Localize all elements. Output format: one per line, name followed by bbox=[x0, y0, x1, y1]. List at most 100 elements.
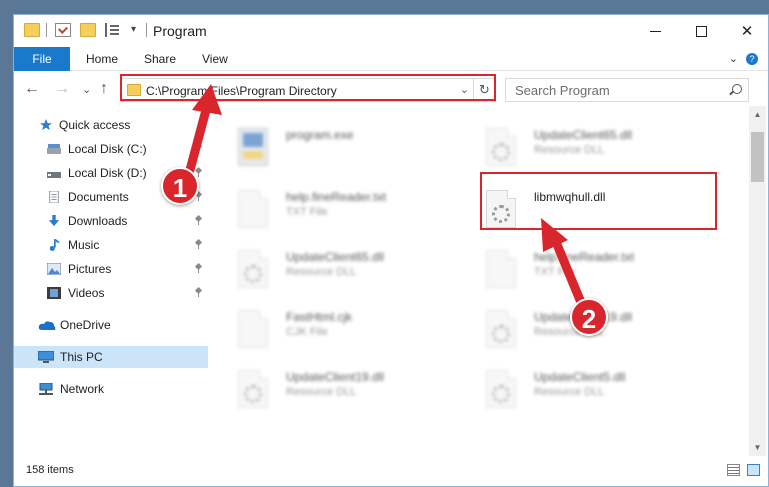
file-item[interactable]: program.exe bbox=[210, 122, 460, 178]
refresh-button[interactable]: ↻ bbox=[473, 79, 495, 101]
step-2-callout: 2 bbox=[570, 298, 608, 336]
forward-button[interactable]: → bbox=[54, 80, 70, 98]
address-bar[interactable]: C:\Program Files\Program Directory ⌄ ↻ bbox=[121, 78, 496, 102]
sidebar-item-label: Documents bbox=[68, 190, 129, 204]
file-type: TXT File bbox=[534, 266, 576, 278]
sidebar-item-label: Network bbox=[60, 382, 105, 396]
item-count: 158 items bbox=[26, 464, 74, 476]
minimize-icon bbox=[649, 30, 661, 32]
sidebar-item-label: Music bbox=[68, 238, 100, 252]
close-icon: ✕ bbox=[740, 23, 754, 40]
sidebar-item-this-pc[interactable]: This PC bbox=[14, 346, 208, 368]
pictures-icon bbox=[47, 263, 61, 275]
tab-share[interactable]: Share bbox=[132, 47, 188, 71]
close-button[interactable]: ✕ bbox=[724, 15, 768, 47]
sidebar-item-label: Downloads bbox=[68, 214, 128, 228]
customize-icon[interactable] bbox=[105, 23, 121, 37]
file-item[interactable]: help.fineReader.txt TXT File bbox=[210, 184, 460, 240]
star-icon bbox=[40, 119, 52, 131]
search-box[interactable] bbox=[505, 78, 749, 102]
txt-file-icon bbox=[486, 250, 516, 288]
title-bar: ▾ Program ✕ bbox=[14, 15, 768, 47]
file-item[interactable]: UpdateClient19.dll Resource DLL bbox=[210, 364, 460, 420]
exe-file-icon bbox=[238, 128, 268, 166]
file-type: TXT File bbox=[286, 206, 328, 218]
minimize-button[interactable] bbox=[632, 15, 678, 47]
file-name: help.fineReader.txt bbox=[534, 250, 635, 264]
pin-icon[interactable] bbox=[195, 240, 201, 249]
vertical-scrollbar[interactable]: ▲ ▼ bbox=[749, 106, 766, 456]
status-bar: 158 items bbox=[14, 458, 768, 486]
pin-icon[interactable] bbox=[195, 216, 201, 225]
up-button[interactable]: ↑ bbox=[100, 80, 108, 98]
explorer-window: ▾ Program ✕ File Home Share View ⌄ ? ← →… bbox=[13, 14, 769, 487]
back-button[interactable]: ← bbox=[24, 80, 40, 98]
new-folder-icon[interactable] bbox=[80, 23, 96, 37]
folder-icon bbox=[24, 23, 40, 37]
maximize-button[interactable] bbox=[678, 15, 724, 47]
navigation-pane: Quick access Local Disk (C:) Local Disk … bbox=[14, 111, 208, 451]
sidebar-item-network[interactable]: Network bbox=[14, 378, 208, 400]
address-path[interactable]: C:\Program Files\Program Directory bbox=[146, 84, 337, 98]
step-1-callout: 1 bbox=[161, 167, 199, 205]
tab-home[interactable]: Home bbox=[74, 47, 130, 71]
search-icon[interactable] bbox=[732, 84, 742, 94]
file-name: FastHtml.cjk bbox=[286, 310, 352, 324]
sidebar-item-downloads[interactable]: Downloads bbox=[14, 210, 208, 232]
txt-file-icon bbox=[238, 190, 268, 228]
recent-locations-button[interactable]: ⌄ bbox=[82, 83, 91, 96]
scroll-thumb[interactable] bbox=[751, 132, 764, 182]
file-type: Resource DLL bbox=[286, 386, 357, 398]
sidebar-item-label: Pictures bbox=[68, 262, 112, 276]
documents-icon bbox=[49, 191, 59, 203]
drive-icon bbox=[47, 144, 61, 154]
file-item[interactable]: UpdateClient65.dll Resource DLL bbox=[210, 244, 460, 300]
drive-icon bbox=[47, 172, 61, 178]
file-item[interactable]: UpdateClient5.dll Resource DLL bbox=[458, 364, 708, 420]
sidebar-item-label: OneDrive bbox=[60, 318, 111, 332]
properties-check-icon[interactable] bbox=[55, 23, 71, 37]
file-name: program.exe bbox=[286, 128, 354, 142]
tab-view[interactable]: View bbox=[190, 47, 240, 71]
file-item[interactable]: UpdateClient65.dll Resource DLL bbox=[458, 122, 708, 178]
details-view-icon[interactable] bbox=[727, 464, 740, 476]
sidebar-item-onedrive[interactable]: OneDrive bbox=[14, 314, 208, 336]
sidebar-item-videos[interactable]: Videos bbox=[14, 282, 208, 304]
cloud-icon bbox=[38, 321, 56, 330]
file-name: UpdateClient65.dll bbox=[286, 250, 385, 264]
sidebar-item-label: Videos bbox=[68, 286, 105, 300]
file-item[interactable]: help.fineReader.txt TXT File bbox=[458, 244, 708, 300]
file-item[interactable]: FastHtml.cjk CJK File bbox=[210, 304, 460, 360]
sidebar-item-label: Local Disk (C:) bbox=[68, 142, 147, 156]
large-icons-view-icon[interactable] bbox=[747, 464, 760, 476]
file-item-libmwqhull[interactable]: libmwqhull.dll bbox=[458, 184, 708, 240]
pin-icon[interactable] bbox=[195, 288, 201, 297]
network-icon bbox=[39, 383, 53, 395]
ribbon-expand-icon[interactable]: ⌄ bbox=[729, 52, 738, 65]
window-title: Program bbox=[153, 23, 207, 39]
file-name: libmwqhull.dll bbox=[534, 190, 606, 204]
pin-icon[interactable] bbox=[195, 144, 201, 153]
sidebar-item-quick-access[interactable]: Quick access bbox=[14, 114, 208, 136]
file-list: program.exe UpdateClient65.dll Resource … bbox=[210, 106, 746, 455]
sidebar-item-local-disk-c[interactable]: Local Disk (C:) bbox=[14, 138, 208, 160]
help-icon[interactable]: ? bbox=[746, 53, 758, 65]
sidebar-item-label: Local Disk (D:) bbox=[68, 166, 147, 180]
file-type: Resource DLL bbox=[534, 144, 605, 156]
file-name: UpdateClient19.dll bbox=[286, 370, 385, 384]
sidebar-item-pictures[interactable]: Pictures bbox=[14, 258, 208, 280]
sidebar-item-music[interactable]: Music bbox=[14, 234, 208, 256]
scroll-down-icon[interactable]: ▼ bbox=[749, 439, 766, 456]
pin-icon[interactable] bbox=[195, 264, 201, 273]
tab-file[interactable]: File bbox=[14, 47, 70, 71]
quick-access-dropdown-icon[interactable]: ▾ bbox=[131, 24, 136, 35]
videos-icon bbox=[47, 287, 61, 299]
dll-file-icon bbox=[486, 128, 516, 166]
file-type: Resource DLL bbox=[286, 266, 357, 278]
search-input[interactable] bbox=[506, 79, 726, 101]
address-dropdown-icon[interactable]: ⌄ bbox=[460, 83, 469, 96]
toolbar-divider bbox=[46, 23, 47, 37]
maximize-icon bbox=[695, 25, 707, 37]
file-name: help.fineReader.txt bbox=[286, 190, 387, 204]
scroll-up-icon[interactable]: ▲ bbox=[749, 106, 766, 123]
